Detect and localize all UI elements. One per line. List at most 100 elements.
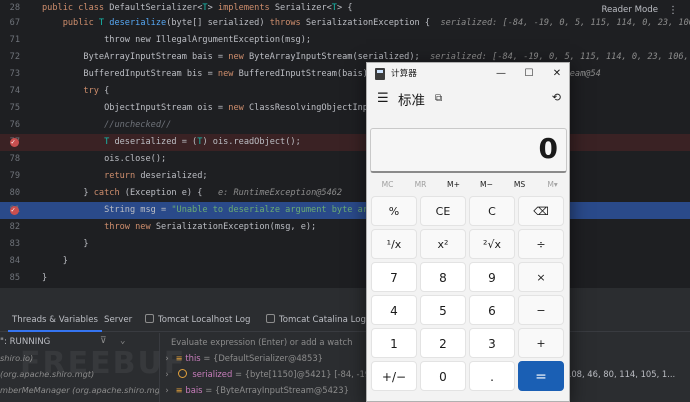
breakpoint-icon[interactable]: [10, 134, 19, 151]
filter-icon[interactable]: ⊽: [100, 336, 107, 346]
code-line[interactable]: 72 ByteArrayInputStream bais = new ByteA…: [0, 49, 690, 66]
more-vertical-icon[interactable]: ⋮: [668, 2, 678, 19]
code-token: {: [104, 86, 110, 96]
line-number[interactable]: 73: [0, 66, 20, 83]
divide-key[interactable]: ÷: [518, 229, 564, 259]
history-icon[interactable]: ⟲: [552, 91, 561, 104]
code-token: ByteArrayInputStream(serialized);: [248, 52, 431, 62]
log-file-icon: [145, 314, 154, 323]
code-line[interactable]: 80 } catch (Exception e) { e: RuntimeExc…: [0, 185, 690, 202]
calculator-app-icon: [375, 68, 385, 80]
digit-2-key[interactable]: 2: [420, 328, 466, 358]
code-text: }: [42, 270, 47, 287]
clear-key[interactable]: C: [469, 196, 515, 226]
code-line[interactable]: 75 ObjectInputStream ois = new ClassReso…: [0, 100, 690, 117]
multiply-key[interactable]: ×: [518, 262, 564, 292]
code-token: new: [217, 69, 239, 79]
line-number[interactable]: 67: [0, 15, 20, 32]
code-line[interactable]: 71 throw new IllegalArgumentException(ms…: [0, 32, 690, 49]
hamburger-menu-icon[interactable]: ☰: [377, 91, 389, 106]
digit-1-key[interactable]: 1: [371, 328, 417, 358]
code-line[interactable]: 79 return deserialized;: [0, 168, 690, 185]
code-line[interactable]: 82 throw new SerializationException(msg,…: [0, 219, 690, 236]
code-token: deserialized = (: [114, 137, 198, 147]
code-line[interactable]: 77 T deserialized = (T) ois.readObject()…: [0, 134, 690, 151]
digit-4-key[interactable]: 4: [371, 295, 417, 325]
tab-label: Server: [104, 315, 133, 325]
close-icon[interactable]: ✕: [543, 63, 569, 85]
reciprocal-key[interactable]: ¹/x: [371, 229, 417, 259]
code-line[interactable]: 84 }: [0, 253, 690, 270]
line-number[interactable]: 72: [0, 49, 20, 66]
code-line[interactable]: 83 }: [0, 236, 690, 253]
reader-mode-button[interactable]: Reader Mode: [601, 2, 658, 19]
code-token: try: [83, 86, 105, 96]
evaluate-expression-input[interactable]: Evaluate expression (Enter) or add a wat…: [171, 337, 352, 347]
line-number[interactable]: 84: [0, 253, 20, 270]
line-number[interactable]: 85: [0, 270, 20, 287]
code-line[interactable]: 73 BufferedInputStream bis = new Buffere…: [0, 66, 690, 83]
memory-button[interactable]: MC: [371, 178, 404, 192]
line-number[interactable]: 79: [0, 168, 20, 185]
negate-key[interactable]: +/−: [371, 361, 417, 391]
clear-entry-key[interactable]: CE: [420, 196, 466, 226]
maximize-icon[interactable]: ☐: [515, 63, 543, 85]
backspace-key[interactable]: ⌫: [518, 196, 564, 226]
title-bar[interactable]: 计算器 — ☐ ✕: [367, 63, 569, 85]
calculator-window[interactable]: 计算器 — ☐ ✕ ☰ 标准 ⧉ ⟲ 0 MC MR M+ M− MS M▾ % CE C ⌫ ¹…: [366, 62, 570, 402]
code-line[interactable]: 78 ois.close();: [0, 151, 690, 168]
expand-arrow-icon[interactable]: ›: [161, 385, 173, 395]
digit-5-key[interactable]: 5: [420, 295, 466, 325]
equals-key[interactable]: =: [518, 361, 564, 391]
digit-3-key[interactable]: 3: [469, 328, 515, 358]
variable-row[interactable]: › ≡ bais = {ByteArrayInputStream@5423}: [161, 385, 349, 395]
digit-8-key[interactable]: 8: [420, 262, 466, 292]
line-number[interactable]: 80: [0, 185, 20, 202]
code-text: try {: [42, 83, 109, 100]
collapse-icon[interactable]: ⌄: [120, 336, 125, 346]
digit-7-key[interactable]: 7: [371, 262, 417, 292]
square-root-key[interactable]: ²√x: [469, 229, 515, 259]
code-token: BufferedInputStream bis =: [42, 69, 218, 79]
decimal-key[interactable]: .: [469, 361, 515, 391]
code-editor[interactable]: 28 public class DefaultSerializer<T> impl…: [0, 0, 690, 288]
tab-server[interactable]: Server: [100, 308, 136, 332]
tab-tomcat-localhost-log[interactable]: Tomcat Localhost Log: [141, 308, 254, 332]
add-key[interactable]: +: [518, 328, 564, 358]
code-line[interactable]: 67 public T deserialize(byte[] serialize…: [0, 15, 690, 32]
line-number[interactable]: 71: [0, 32, 20, 49]
code-text: ois.close();: [42, 151, 166, 168]
memory-button[interactable]: M+: [437, 178, 470, 192]
square-key[interactable]: x²: [420, 229, 466, 259]
memory-button[interactable]: MR: [404, 178, 437, 192]
digit-6-key[interactable]: 6: [469, 295, 515, 325]
memory-button[interactable]: MS: [503, 178, 536, 192]
breakpoint-icon[interactable]: [10, 202, 19, 219]
tab-threads-variables[interactable]: Threads & Variables: [8, 308, 102, 332]
line-number[interactable]: 82: [0, 219, 20, 236]
code-line[interactable]: 85}: [0, 270, 690, 287]
line-number[interactable]: 78: [0, 151, 20, 168]
line-number[interactable]: 83: [0, 236, 20, 253]
digit-0-key[interactable]: 0: [420, 361, 466, 391]
stack-frame[interactable]: mberMeManager (org.apache.shiro.mgt): [0, 385, 159, 395]
code-line[interactable]: 76 //unchecked//: [0, 117, 690, 134]
line-number[interactable]: 75: [0, 100, 20, 117]
code-line[interactable]: 74 try {: [0, 83, 690, 100]
line-number[interactable]: 74: [0, 83, 20, 100]
memory-button[interactable]: M▾: [536, 178, 569, 192]
variable-row[interactable]: › serialized = {byte[1150]@5421} [-84, -…: [161, 369, 394, 379]
percent-key[interactable]: %: [371, 196, 417, 226]
line-number[interactable]: 76: [0, 117, 20, 134]
keep-on-top-icon[interactable]: ⧉: [435, 93, 442, 104]
code-token: T: [104, 137, 115, 147]
memory-button[interactable]: M−: [470, 178, 503, 192]
tab-label: Tomcat Localhost Log: [158, 315, 251, 325]
subtract-key[interactable]: −: [518, 295, 564, 325]
tab-tomcat-catalina-log[interactable]: Tomcat Catalina Log: [262, 308, 370, 332]
minimize-icon[interactable]: —: [487, 63, 515, 85]
code-line[interactable]: 81 String msg = "Unable to deserialze ar…: [0, 202, 690, 219]
digit-9-key[interactable]: 9: [469, 262, 515, 292]
